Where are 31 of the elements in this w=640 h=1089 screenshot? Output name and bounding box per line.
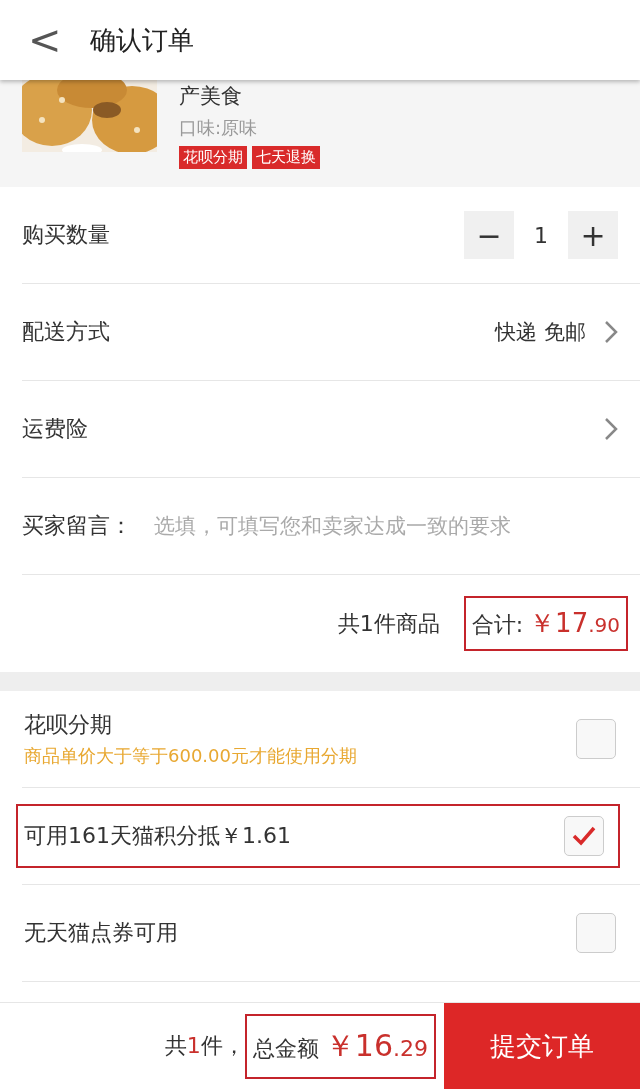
subtotal-label: 合计: <box>471 611 524 639</box>
decrease-button[interactable]: − <box>464 211 514 259</box>
option-checkbox[interactable] <box>564 816 604 856</box>
chevron-right-icon <box>604 417 618 441</box>
delivery-value: 快递 免邮 <box>495 319 586 346</box>
option-note: 商品单价大于等于600.00元才能使用分期 <box>24 744 357 768</box>
product-name: 产美食 <box>179 83 243 110</box>
option-title: 无天猫点券可用 <box>24 919 178 947</box>
option-title: 可用161天猫积分抵￥1.61 <box>24 822 291 850</box>
option-checkbox[interactable] <box>576 719 616 759</box>
subtotal-amount: ￥17.90 <box>529 607 620 640</box>
product-tag: 七天退换 <box>252 146 320 169</box>
submit-order-button[interactable]: 提交订单 <box>444 1003 640 1089</box>
message-label: 买家留言： <box>22 512 132 540</box>
quantity-value: 1 <box>534 222 548 248</box>
quantity-label: 购买数量 <box>22 221 110 249</box>
insurance-label: 运费险 <box>22 415 88 443</box>
chevron-right-icon <box>604 320 618 344</box>
option-checkbox[interactable] <box>576 913 616 953</box>
delivery-label: 配送方式 <box>22 318 110 346</box>
product-tag: 花呗分期 <box>179 146 247 169</box>
check-icon <box>572 826 596 846</box>
product-flavor: 口味:原味 <box>179 116 259 140</box>
increase-button[interactable]: + <box>568 211 618 259</box>
total-count: 共1件， <box>164 1032 245 1060</box>
option-title: 花呗分期 <box>24 711 113 739</box>
total-amount: ￥16.29 <box>324 1026 428 1065</box>
item-count: 共1件商品 <box>337 609 440 638</box>
page-title: 确认订单 <box>89 23 194 57</box>
total-label: 总金额 <box>252 1034 319 1063</box>
back-button[interactable]: < <box>28 20 62 60</box>
